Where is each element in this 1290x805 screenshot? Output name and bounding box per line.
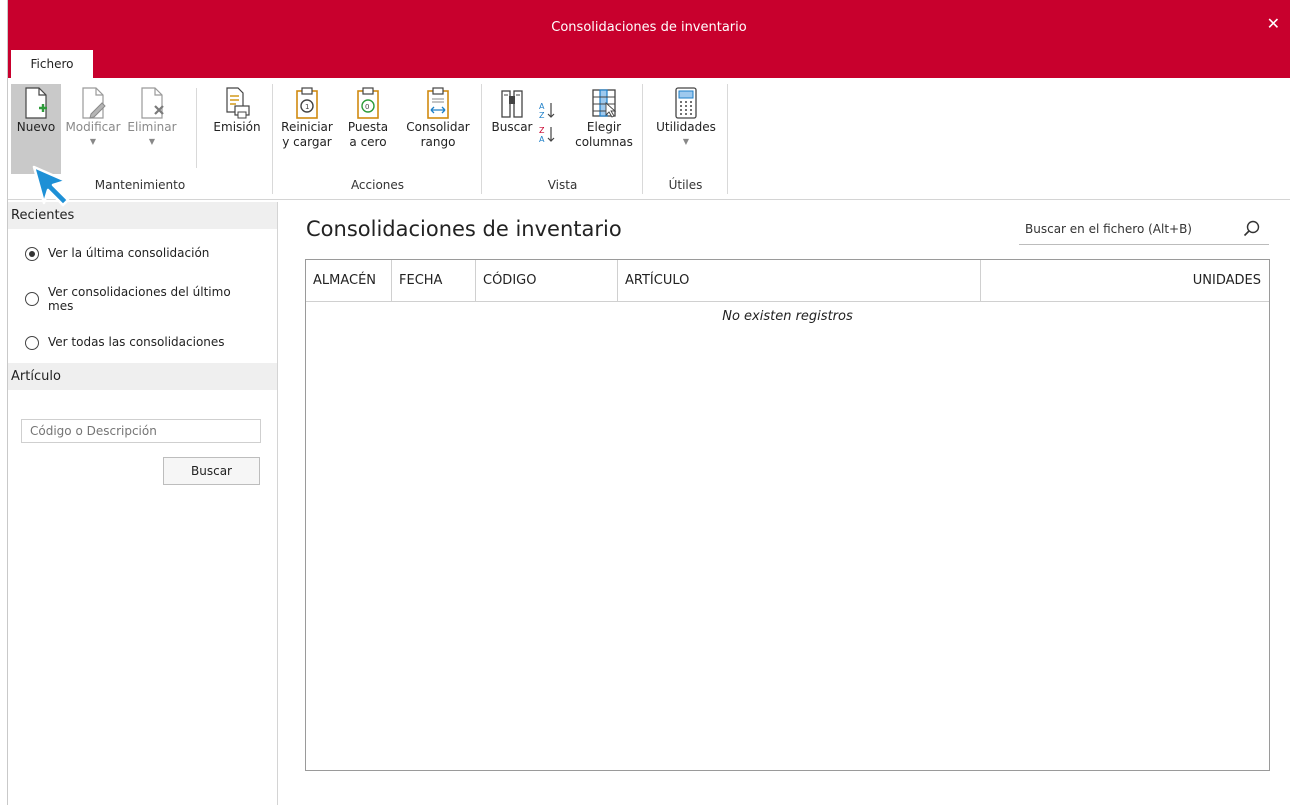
calculator-icon	[675, 87, 697, 119]
group-label-vista: Vista	[547, 178, 578, 192]
radio-ultima-consolidacion[interactable]: Ver la última consolidación	[8, 246, 277, 266]
puesta-label-2: a cero	[349, 135, 387, 149]
tab-fichero[interactable]: Fichero	[11, 50, 93, 78]
chevron-down-icon: ▼	[89, 137, 97, 146]
elegir-columnas-button[interactable]: Elegir columnas	[571, 84, 637, 150]
radio-label: Ver consolidaciones del último mes	[48, 285, 231, 313]
elegir-label-2: columnas	[575, 135, 633, 149]
buscar-ribbon-button[interactable]: Buscar	[488, 84, 536, 135]
svg-text:1: 1	[305, 103, 309, 111]
ribbon-group-vista: Buscar A Z Z A Elegir columnas Vista	[483, 84, 643, 194]
svg-text:0: 0	[365, 103, 369, 111]
elegir-label-1: Elegir	[586, 120, 622, 134]
delete-document-icon	[141, 87, 164, 119]
page-title: Consolidaciones de inventario	[306, 217, 622, 241]
column-almacen[interactable]: ALMACÉN	[306, 260, 392, 302]
section-articulo: Artículo	[8, 363, 277, 390]
sort-buttons: A Z Z A	[538, 84, 558, 144]
chevron-down-icon: ▼	[148, 137, 156, 146]
binoculars-icon	[501, 90, 523, 118]
radio-unselected-icon	[25, 292, 39, 306]
data-grid: ALMACÉN FECHA CÓDIGO ARTÍCULO UNIDADES N…	[305, 259, 1270, 771]
emision-button[interactable]: Emisión	[207, 84, 267, 135]
mouse-cursor-icon	[32, 165, 70, 207]
utilidades-label: Utilidades	[656, 120, 716, 134]
search-icon[interactable]	[1243, 220, 1261, 238]
reiniciar-label-1: Reiniciar	[281, 120, 333, 134]
buscar-button[interactable]: Buscar	[163, 457, 260, 485]
left-pane: Recientes Ver la última consolidación Ve…	[8, 202, 278, 805]
consolidar-label-2: rango	[420, 135, 456, 149]
column-unidades[interactable]: UNIDADES	[981, 260, 1269, 302]
close-button[interactable]: ✕	[1267, 14, 1280, 33]
new-document-icon	[25, 87, 47, 119]
window-title: Consolidaciones de inventario	[551, 20, 747, 35]
puesta-a-cero-button[interactable]: 0 Puesta a cero	[340, 84, 396, 150]
modificar-label: Modificar	[65, 120, 121, 134]
modificar-button[interactable]: Modificar ▼	[64, 84, 122, 149]
radio-todas[interactable]: Ver todas las consolidaciones	[8, 335, 277, 355]
eliminar-button[interactable]: Eliminar ▼	[125, 84, 179, 149]
ribbon-tab-bar: Fichero	[8, 46, 1290, 78]
sort-az-icon[interactable]: A Z	[538, 100, 558, 120]
reiniciar-button[interactable]: 1 Reiniciar y cargar	[279, 84, 335, 150]
clipboard-range-icon	[427, 87, 449, 119]
sort-za-icon[interactable]: Z A	[538, 124, 558, 144]
app-window: Consolidaciones de inventario ✕ Fichero …	[7, 0, 1290, 805]
reiniciar-label-2: y cargar	[282, 135, 332, 149]
radio-unselected-icon	[25, 336, 39, 350]
print-icon	[226, 87, 250, 119]
column-codigo[interactable]: CÓDIGO	[476, 260, 618, 302]
ribbon-group-acciones: 1 Reiniciar y cargar 0 Puesta a cero Con…	[274, 84, 482, 194]
ribbon: Nuevo Modificar ▼ Eliminar ▼ Emisión Man…	[8, 78, 1290, 200]
search-input[interactable]: Buscar en el fichero (Alt+B)	[1019, 215, 1269, 245]
buscar-ribbon-label: Buscar	[491, 120, 533, 134]
radio-ultimo-mes[interactable]: Ver consolidaciones del último mes	[8, 285, 258, 313]
svg-text:A: A	[539, 102, 545, 111]
column-fecha[interactable]: FECHA	[392, 260, 476, 302]
radio-label: Ver todas las consolidaciones	[48, 335, 225, 349]
utilidades-button[interactable]: Utilidades ▼	[650, 84, 722, 149]
nuevo-label: Nuevo	[16, 120, 56, 134]
radio-selected-icon	[25, 247, 39, 261]
separator	[196, 88, 197, 168]
radio-label: Ver la última consolidación	[48, 246, 210, 260]
chevron-down-icon: ▼	[682, 137, 690, 146]
ribbon-group-utiles: Utilidades ▼ Útiles	[644, 84, 728, 194]
clipboard-zero-icon: 0	[357, 87, 379, 119]
codigo-descripcion-input[interactable]	[21, 419, 261, 443]
emision-label: Emisión	[213, 120, 261, 134]
group-label-utiles: Útiles	[668, 178, 703, 192]
nuevo-button[interactable]: Nuevo	[11, 84, 61, 174]
svg-text:Z: Z	[539, 126, 545, 135]
eliminar-label: Eliminar	[127, 120, 177, 134]
title-bar: Consolidaciones de inventario ✕	[8, 0, 1290, 46]
svg-text:Z: Z	[539, 111, 545, 120]
consolidar-label-1: Consolidar	[406, 120, 470, 134]
edit-document-icon	[82, 87, 106, 119]
grid-header: ALMACÉN FECHA CÓDIGO ARTÍCULO UNIDADES	[306, 260, 1269, 302]
empty-message: No existen registros	[722, 309, 853, 324]
columns-icon	[592, 89, 617, 118]
puesta-label-1: Puesta	[347, 120, 389, 134]
consolidar-rango-button[interactable]: Consolidar rango	[401, 84, 475, 150]
svg-text:A: A	[539, 135, 545, 144]
group-label-acciones: Acciones	[350, 178, 405, 192]
column-articulo[interactable]: ARTÍCULO	[618, 260, 981, 302]
clipboard-reset-icon: 1	[296, 87, 318, 119]
search-placeholder: Buscar en el fichero (Alt+B)	[1025, 222, 1192, 236]
